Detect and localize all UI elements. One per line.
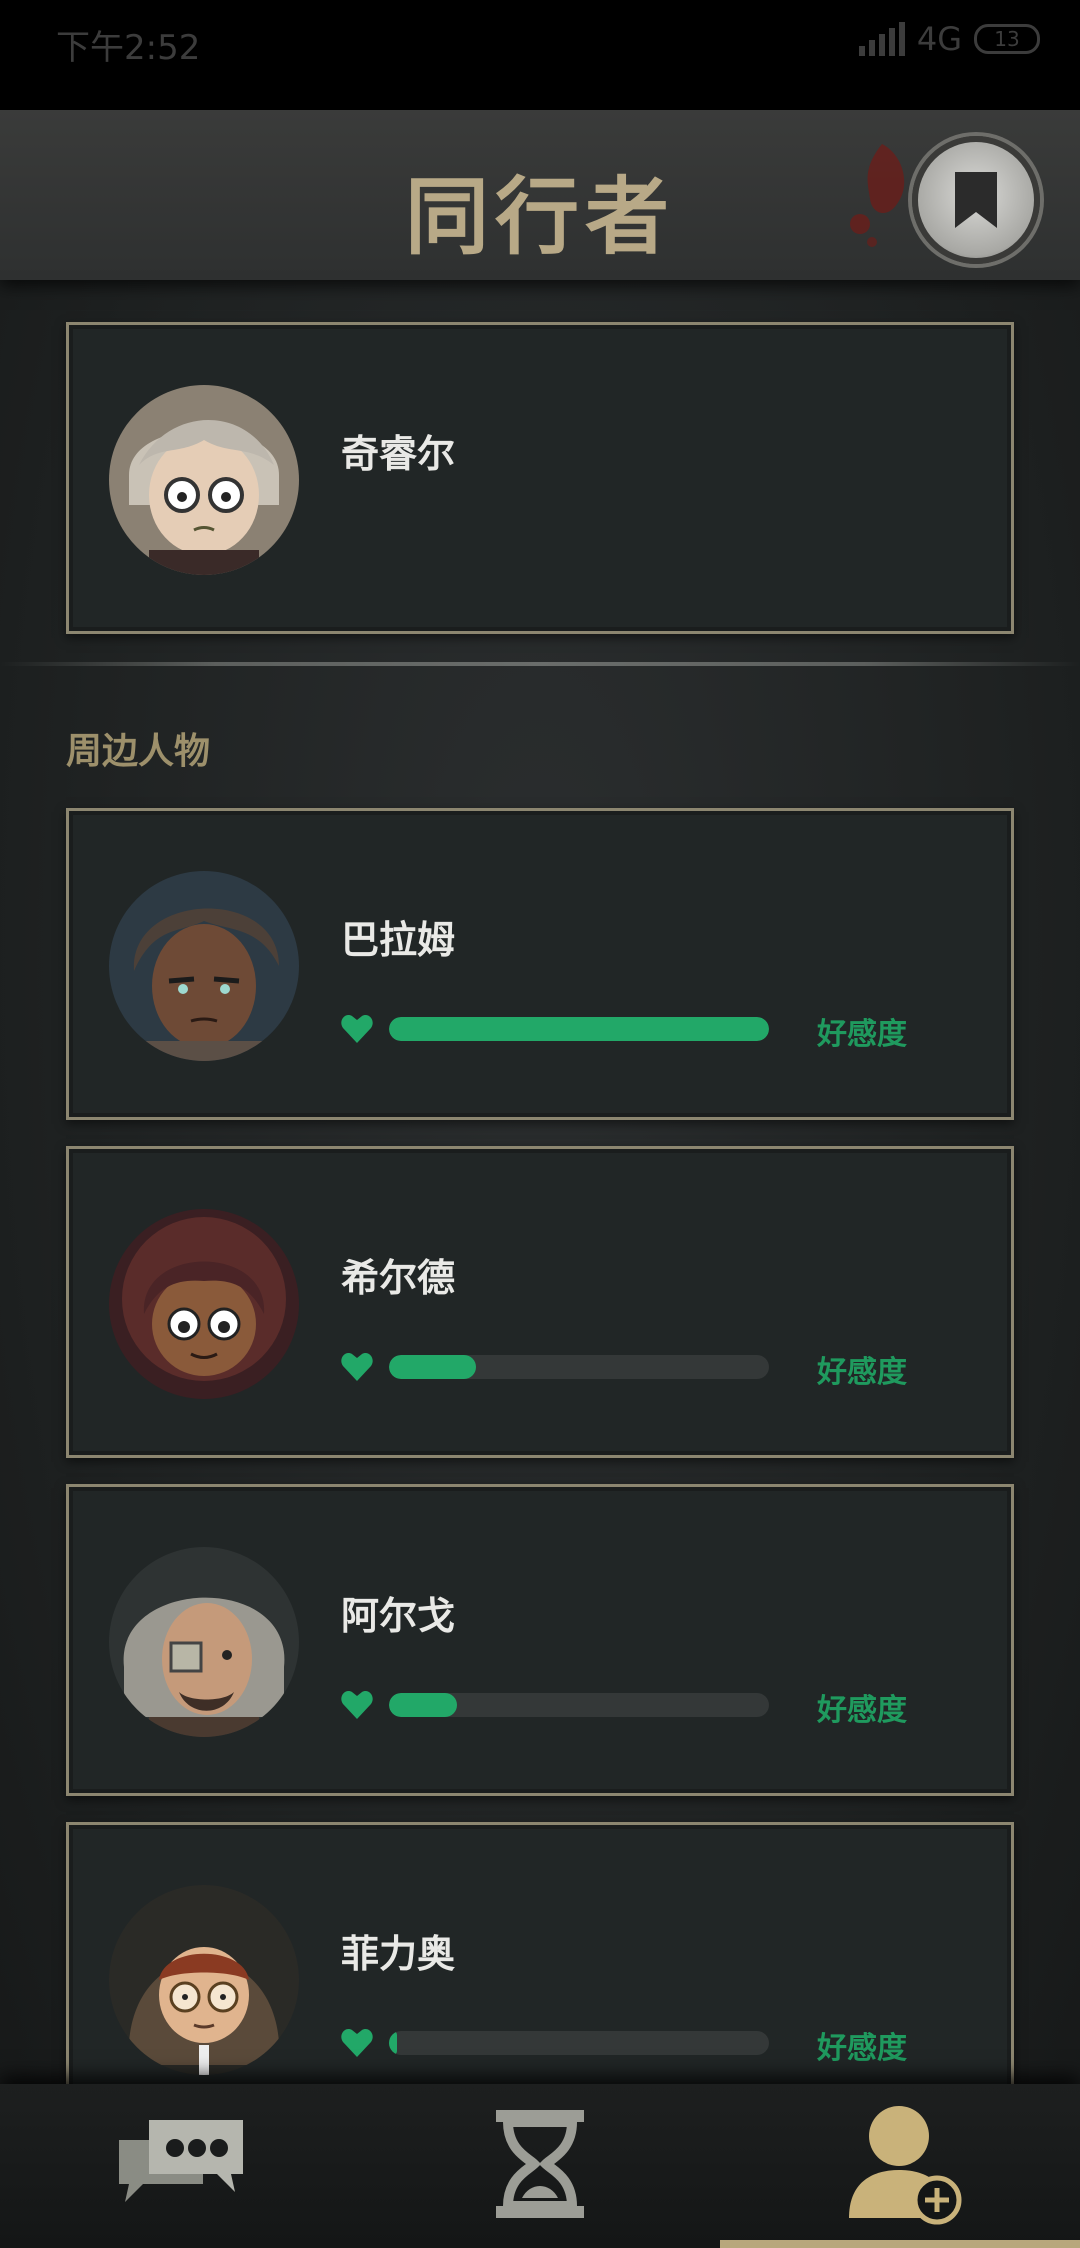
character-name: 巴拉姆 — [341, 918, 456, 962]
affinity-bar-fill — [389, 1355, 477, 1379]
signal-icon — [858, 22, 905, 56]
affinity-bar — [389, 1017, 769, 1041]
character-name: 希尔德 — [341, 1256, 456, 1300]
app-screen: 同行者 奇睿尔 周边人物 巴拉姆 好感度 希尔德 好感度 阿尔戈 好感度 菲力奥… — [0, 110, 1080, 2248]
avatar — [109, 1885, 299, 2075]
network-type: 4G — [916, 20, 962, 58]
affinity-label: 好感度 — [817, 1355, 907, 1390]
character-portrait-filio — [109, 1885, 299, 2075]
avatar — [109, 1547, 299, 1737]
character-name: 菲力奥 — [341, 1932, 456, 1976]
person-add-icon — [849, 2106, 962, 2225]
battery-level: 13 — [994, 27, 1020, 51]
character-card[interactable]: 阿尔戈 好感度 — [66, 1484, 1014, 1796]
affinity-bar-fill — [389, 2031, 397, 2055]
chat-bubbles-icon — [119, 2120, 243, 2202]
character-portrait-hilde — [109, 1209, 299, 1399]
affinity-label: 好感度 — [817, 1693, 907, 1728]
character-name: 奇睿尔 — [341, 432, 456, 476]
companion-card[interactable]: 奇睿尔 — [66, 322, 1014, 634]
header: 同行者 — [0, 110, 1080, 280]
character-card[interactable]: 希尔德 好感度 — [66, 1146, 1014, 1458]
heart-icon — [341, 2029, 373, 2057]
affinity-label: 好感度 — [817, 1017, 907, 1052]
status-indicators: 4G 13 — [858, 20, 1040, 58]
affinity-bar — [389, 1693, 769, 1717]
heart-icon — [341, 1015, 373, 1043]
status-time: 下午2:52 — [56, 28, 201, 68]
affinity-bar-fill — [389, 1693, 458, 1717]
character-portrait-kiriel — [109, 385, 299, 575]
bookmark-button[interactable] — [912, 136, 1040, 264]
nav-chat-button[interactable] — [106, 2094, 256, 2234]
avatar — [109, 1209, 299, 1399]
status-bar: 下午2:52 4G 13 — [0, 0, 1080, 110]
avatar — [109, 385, 299, 575]
avatar — [109, 871, 299, 1061]
nav-time-button[interactable] — [465, 2094, 615, 2234]
bottom-navigation — [0, 2084, 1080, 2248]
heart-icon — [341, 1691, 373, 1719]
affinity-bar-fill — [389, 1017, 769, 1041]
bookmark-icon — [955, 172, 997, 228]
section-title: 周边人物 — [66, 731, 211, 772]
affinity-label: 好感度 — [817, 2031, 907, 2066]
character-name: 阿尔戈 — [341, 1594, 456, 1638]
character-portrait-balam — [109, 871, 299, 1061]
affinity-bar — [389, 1355, 769, 1379]
active-tab-indicator — [720, 2240, 1080, 2248]
hourglass-icon — [496, 2110, 584, 2218]
battery-icon: 13 — [974, 24, 1040, 54]
heart-icon — [341, 1353, 373, 1381]
affinity-bar — [389, 2031, 769, 2055]
nav-characters-button[interactable] — [830, 2094, 980, 2234]
section-divider — [0, 662, 1080, 666]
character-card[interactable]: 巴拉姆 好感度 — [66, 808, 1014, 1120]
character-portrait-argo — [109, 1547, 299, 1737]
